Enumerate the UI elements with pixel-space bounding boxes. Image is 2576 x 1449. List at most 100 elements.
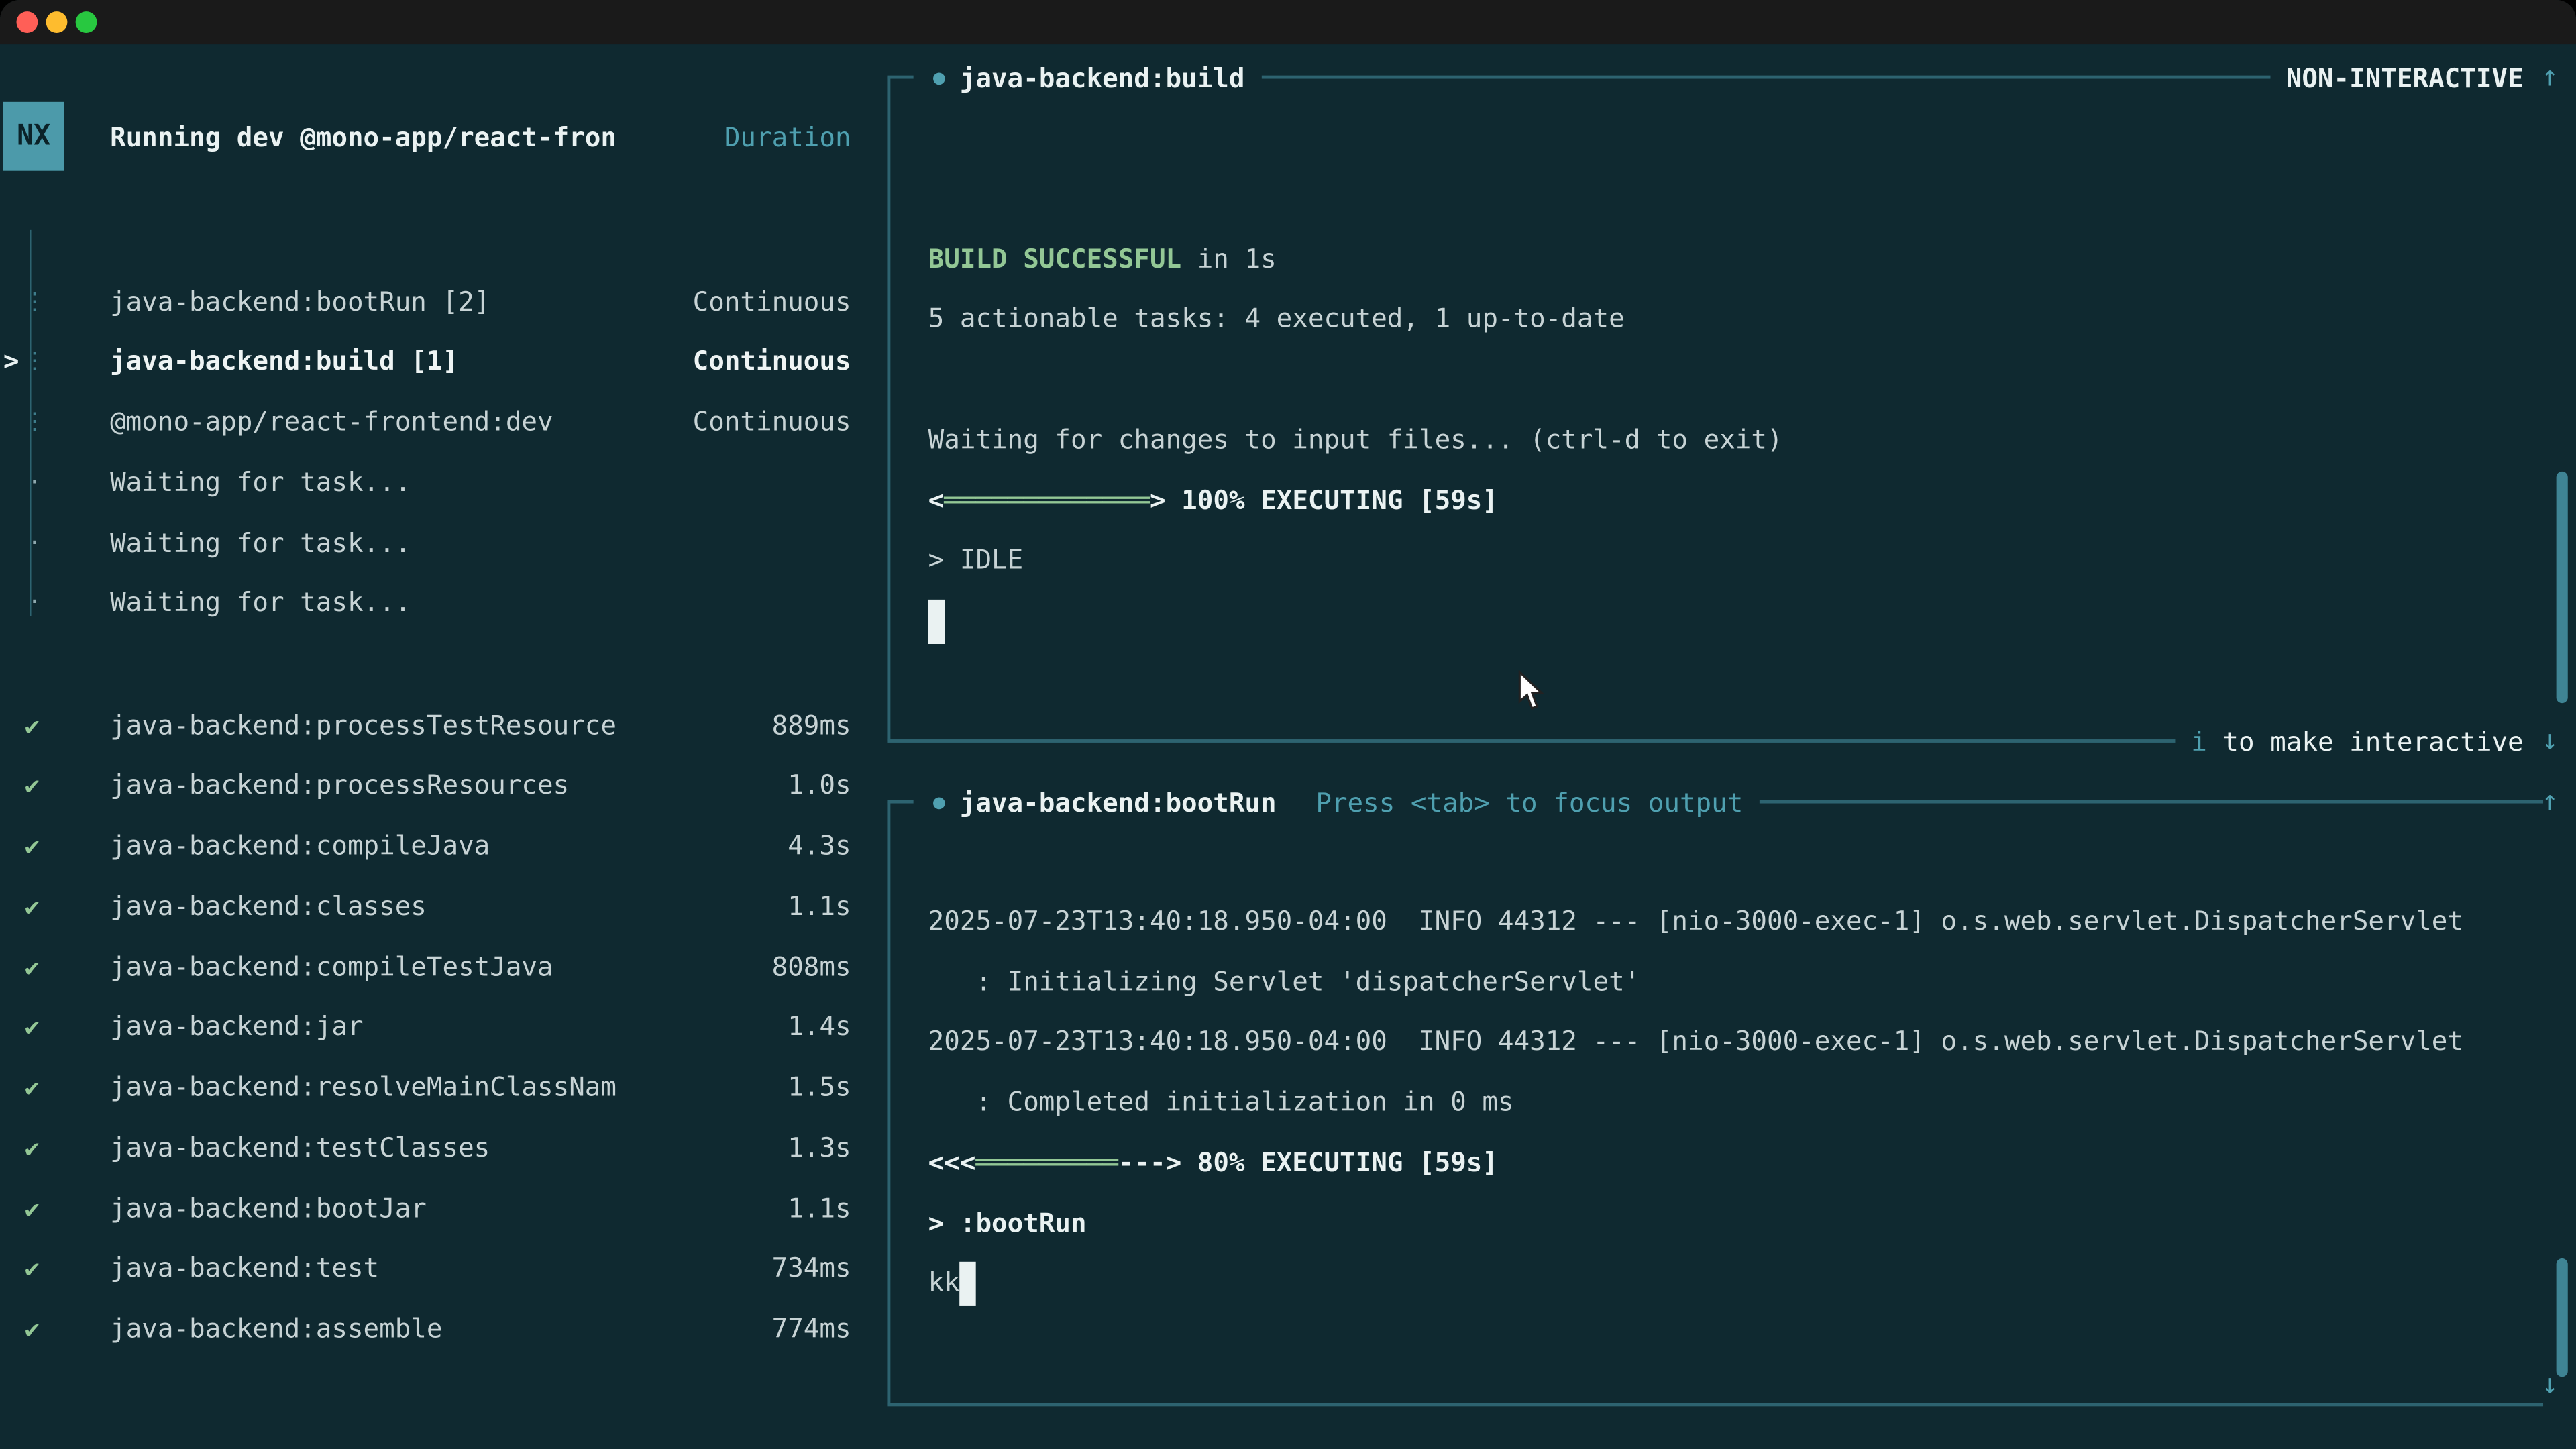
sidebar-header: Running dev @mono-app/react-fron Duratio… — [0, 108, 871, 168]
log-text: 2025-07-23T13:40:18.950-04:00 INFO 44312… — [928, 1026, 2463, 1057]
task-row[interactable]: ✔ java-backend:assemble 774ms — [0, 1299, 871, 1360]
task-row[interactable]: · Waiting for task... — [0, 574, 871, 635]
duration-column-header: Duration — [724, 108, 851, 168]
task-row[interactable]: ✔ java-backend:testClasses 1.3s — [0, 1118, 871, 1179]
check-icon: ✔ — [25, 756, 40, 816]
task-duration: 1.1s — [788, 1179, 851, 1239]
idle-text: > IDLE — [928, 544, 1024, 576]
bar-left: < — [928, 484, 945, 515]
border-line — [1261, 76, 2269, 79]
task-name: java-backend:build [1] — [110, 333, 458, 393]
close-button[interactable] — [16, 11, 38, 33]
task-duration: 1.4s — [788, 998, 851, 1058]
task-row[interactable]: ✔ java-backend:resolveMainClassNam 1.5s — [0, 1058, 871, 1118]
terminal-line: > IDLE — [928, 531, 2534, 592]
task-duration: 808ms — [772, 937, 851, 998]
terminal-line — [928, 592, 2534, 652]
task-row[interactable]: · Waiting for task... — [0, 453, 871, 514]
task-row[interactable]: ✔ java-backend:jar 1.4s — [0, 998, 871, 1058]
scrollbar-thumb[interactable] — [2557, 472, 2568, 703]
check-icon: ✔ — [25, 1118, 40, 1179]
task-row[interactable]: · Waiting for task... — [0, 514, 871, 574]
interactive-hint-key: i — [2191, 725, 2207, 757]
window-titlebar — [0, 0, 2576, 44]
build-terminal-output[interactable]: BUILD SUCCESSFUL in 1s 5 actionable task… — [928, 109, 2534, 652]
bootrun-terminal-output[interactable]: 2025-07-23T13:40:18.950-04:00 INFO 44312… — [928, 831, 2534, 1314]
task-row[interactable]: ✔ java-backend:processResources 1.0s — [0, 756, 871, 816]
task-spinner-icon: ⋮ — [21, 333, 48, 393]
task-row[interactable]: ✔ java-backend:test 734ms — [0, 1239, 871, 1299]
bootrun-progress-bar: <<<═════════---> 80% EXECUTING [59s] — [928, 1133, 2534, 1193]
border-segment — [887, 800, 913, 804]
terminal-line — [928, 831, 2534, 892]
terminal-cursor — [960, 1262, 976, 1306]
log-line-init: : Initializing Servlet 'dispatcherServle… — [928, 952, 2534, 1012]
task-status: Continuous — [693, 333, 851, 393]
scroll-up-icon[interactable]: ↑ — [2542, 61, 2559, 94]
build-progress-bar: <═════════════> 100% EXECUTING [59s] — [928, 471, 2534, 531]
task-name: Waiting for task... — [110, 574, 411, 635]
run-title: Running dev @mono-app/react-fron — [110, 108, 616, 168]
task-row[interactable]: ⋮ java-backend:bootRun [2] Continuous — [0, 272, 871, 333]
task-row[interactable]: ✔ java-backend:compileTestJava 808ms — [0, 937, 871, 998]
build-pane-title: java-backend:build — [960, 62, 1245, 93]
scroll-down-icon[interactable]: ↓ — [2542, 724, 2559, 757]
bootrun-output-pane[interactable]: ● java-backend:bootRun Press <tab> to fo… — [887, 802, 2543, 1405]
check-icon: ✔ — [25, 1058, 40, 1118]
task-row[interactable]: ✔ java-backend:compileJava 4.3s — [0, 816, 871, 877]
terminal-cursor — [928, 600, 945, 644]
bar-fill: ═════════════ — [944, 484, 1150, 515]
input-line[interactable]: kk — [928, 1254, 2534, 1314]
task-name: Waiting for task... — [110, 514, 411, 574]
selected-caret-icon: > — [3, 333, 19, 393]
build-pane-footer: i to make interactive — [887, 724, 2543, 757]
build-pane-header: ● java-backend:build NON-INTERACTIVE — [887, 61, 2543, 94]
task-status: Continuous — [693, 393, 851, 453]
scroll-up-icon[interactable]: ↑ — [2542, 786, 2559, 818]
task-status: Continuous — [693, 272, 851, 333]
log-line-timestamp-1: 2025-07-23T13:40:18.950-04:00 INFO 44312… — [928, 892, 2534, 952]
task-row-selected[interactable]: > ⋮ java-backend:build [1] Continuous — [0, 333, 871, 393]
log-text: 2025-07-23T13:40:18.950-04:00 INFO 44312… — [928, 905, 2463, 936]
task-name: @mono-app/react-frontend:dev — [110, 393, 553, 453]
minimize-button[interactable] — [46, 11, 68, 33]
task-name: java-backend:compileJava — [110, 816, 490, 877]
bar-right: > — [1150, 484, 1166, 515]
check-icon: ✔ — [25, 1299, 40, 1360]
bootrun-task-text: > :bootRun — [928, 1193, 2534, 1254]
bar-status-text: 100% EXECUTING [59s] — [1166, 484, 1498, 515]
task-duration: 1.5s — [788, 1058, 851, 1118]
task-row[interactable]: ✔ java-backend:bootJar 1.1s — [0, 1179, 871, 1239]
build-output-pane[interactable]: ● java-backend:build NON-INTERACTIVE BUI… — [887, 77, 2543, 741]
task-name: Waiting for task... — [110, 453, 411, 514]
bootrun-pane-footer — [887, 1388, 2543, 1421]
input-text: kk — [928, 1267, 960, 1299]
task-row[interactable]: ⋮ @mono-app/react-frontend:dev Continuou… — [0, 393, 871, 453]
task-name: java-backend:testClasses — [110, 1118, 490, 1179]
scroll-down-icon[interactable]: ↓ — [2542, 1368, 2559, 1401]
log-line-completed: : Completed initialization in 0 ms — [928, 1073, 2534, 1133]
task-name: java-backend:processTestResource — [110, 696, 616, 756]
border-line — [887, 1403, 2543, 1406]
tasks-summary-text: 5 actionable tasks: 4 executed, 1 up-to-… — [928, 303, 1625, 334]
bar-fill: ═════════ — [975, 1146, 1118, 1178]
waiting-changes-text: Waiting for changes to input files... (c… — [928, 423, 1783, 455]
scrollbar-thumb[interactable] — [2557, 1258, 2568, 1377]
noninteractive-label: NON-INTERACTIVE — [2286, 62, 2524, 93]
task-row[interactable]: ✔ java-backend:processTestResource 889ms — [0, 696, 871, 756]
task-duration: 889ms — [772, 696, 851, 756]
task-name: java-backend:classes — [110, 877, 427, 937]
check-icon: ✔ — [25, 877, 40, 937]
check-icon: ✔ — [25, 998, 40, 1058]
task-duration: 1.3s — [788, 1118, 851, 1179]
bar-left: <<< — [928, 1146, 976, 1178]
sidebar-footer: ←1/2→ quit: qhelp: ? — [0, 1375, 871, 1435]
check-icon: ✔ — [25, 937, 40, 998]
maximize-button[interactable] — [76, 11, 97, 33]
pending-dot-icon: · — [21, 514, 48, 574]
terminal-line — [928, 169, 2534, 229]
build-time-text: in 1s — [1181, 242, 1277, 274]
interactive-hint-text: to make interactive — [2207, 725, 2524, 757]
task-row[interactable]: ✔ java-backend:classes 1.1s — [0, 877, 871, 937]
pending-dot-icon: · — [21, 574, 48, 635]
